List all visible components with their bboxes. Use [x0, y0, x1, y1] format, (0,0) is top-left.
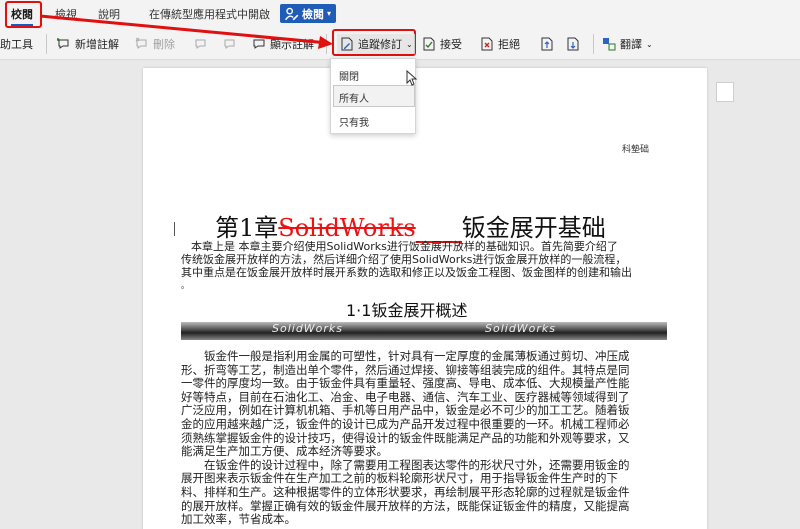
intro-line[interactable]: 其中重点是在饭金展开放样时展开系数的选取和修正以及饭金工程图、饭金图样的创建和输…	[181, 266, 632, 280]
body-line[interactable]: 形、折弯等工艺，制造出单个零件，然后通过焊接、铆接等组装完成的组件。其特点是同	[181, 363, 630, 378]
body-line[interactable]: 的展开放样。掌握正确有效的钣金件展开放样的方法，既能保证钣金件的精度，又能提高	[181, 499, 630, 514]
section-heading[interactable]: 1·1钣金展开概述	[346, 297, 467, 321]
mouse-pointer-icon	[406, 70, 418, 86]
annotation-arrow	[39, 14, 333, 49]
page-header-text: 科墊础	[622, 145, 650, 155]
deleted-text: SolidWorks	[278, 214, 416, 242]
body-line[interactable]: 一零件的厚度均一致。由于钣金件具有重量轻、强度高、导电、成本低、大规模量产性能	[181, 377, 630, 391]
body-line[interactable]: 加工效率，节省成本。	[181, 513, 296, 527]
body-line[interactable]: 钣金件一般是指利用金属的可塑性，针对具有一定厚度的金属薄板通过剪切、冲压成	[204, 349, 630, 364]
title-prefix: 第1章	[215, 214, 279, 242]
word-online-window: 校閱 檢視 說明 在傳統型應用程式中開啟 檢閱 ▾ 助工具 新增註解 刪除 顯示…	[0, 0, 800, 529]
banner-image	[181, 322, 667, 340]
banner-image-text: SolidWorks	[272, 322, 344, 335]
body-line[interactable]: 在钣金件的设计过程中，除了需要用工程图表达零件的形状尺寸外，还需要用钣金的	[204, 458, 630, 473]
intro-line[interactable]: 。	[181, 279, 189, 293]
title-suffix: 钣金展开基础	[461, 214, 606, 242]
menu-item-just-me[interactable]: 只有我	[339, 114, 369, 129]
text-cursor	[174, 222, 175, 236]
banner-image-text: SolidWorks	[485, 322, 557, 335]
body-line[interactable]: 金的应用越来越广泛，钣金件的设计已成为产品开发过程中很重要的一环。机械工程师必	[181, 417, 630, 432]
body-line[interactable]: 好等特点，目前在石油化工、冶金、电子电器、通信、汽车工业、医疗器械等领域得到了	[181, 390, 630, 405]
body-line[interactable]: 料、排样和生产。这种根据零件的立体形状要求，再绘制展平形态轮廓的过程就是钣金件	[181, 485, 630, 500]
menu-item-off[interactable]: 關閉	[339, 68, 359, 83]
side-panel-toggle[interactable]	[716, 82, 734, 102]
body-line[interactable]: 展开图来表示钣金件在生产加工之前的板料轮廓形状尺寸，用于指导钣金件生产时的下	[181, 472, 618, 486]
intro-line[interactable]: 传统饭金展开放样的方法，然后详细介绍了使用SolidWorks进行饭金展开放样的…	[181, 253, 626, 267]
chapter-title[interactable]: 第1章SolidWorks 钣金展开基础	[215, 208, 606, 243]
body-line[interactable]: 须熟练掌握钣金件的设计技巧，使得设计的钣金件既能满足产品的功能和外观等要求，又	[181, 431, 630, 446]
menu-item-everyone[interactable]: 所有人	[339, 90, 369, 105]
body-line[interactable]: 能满足生产加工方便、成本经济等要求。	[181, 445, 388, 459]
intro-line[interactable]: 本章上是 本章主要介绍使用SolidWorks进行饭金展开放样的基础知识。首先简…	[191, 240, 618, 254]
body-line[interactable]: 广泛应用，例如在计算机机箱、手机等日用产品中，钣金是必不可少的加工工艺。随着钣	[181, 404, 630, 418]
